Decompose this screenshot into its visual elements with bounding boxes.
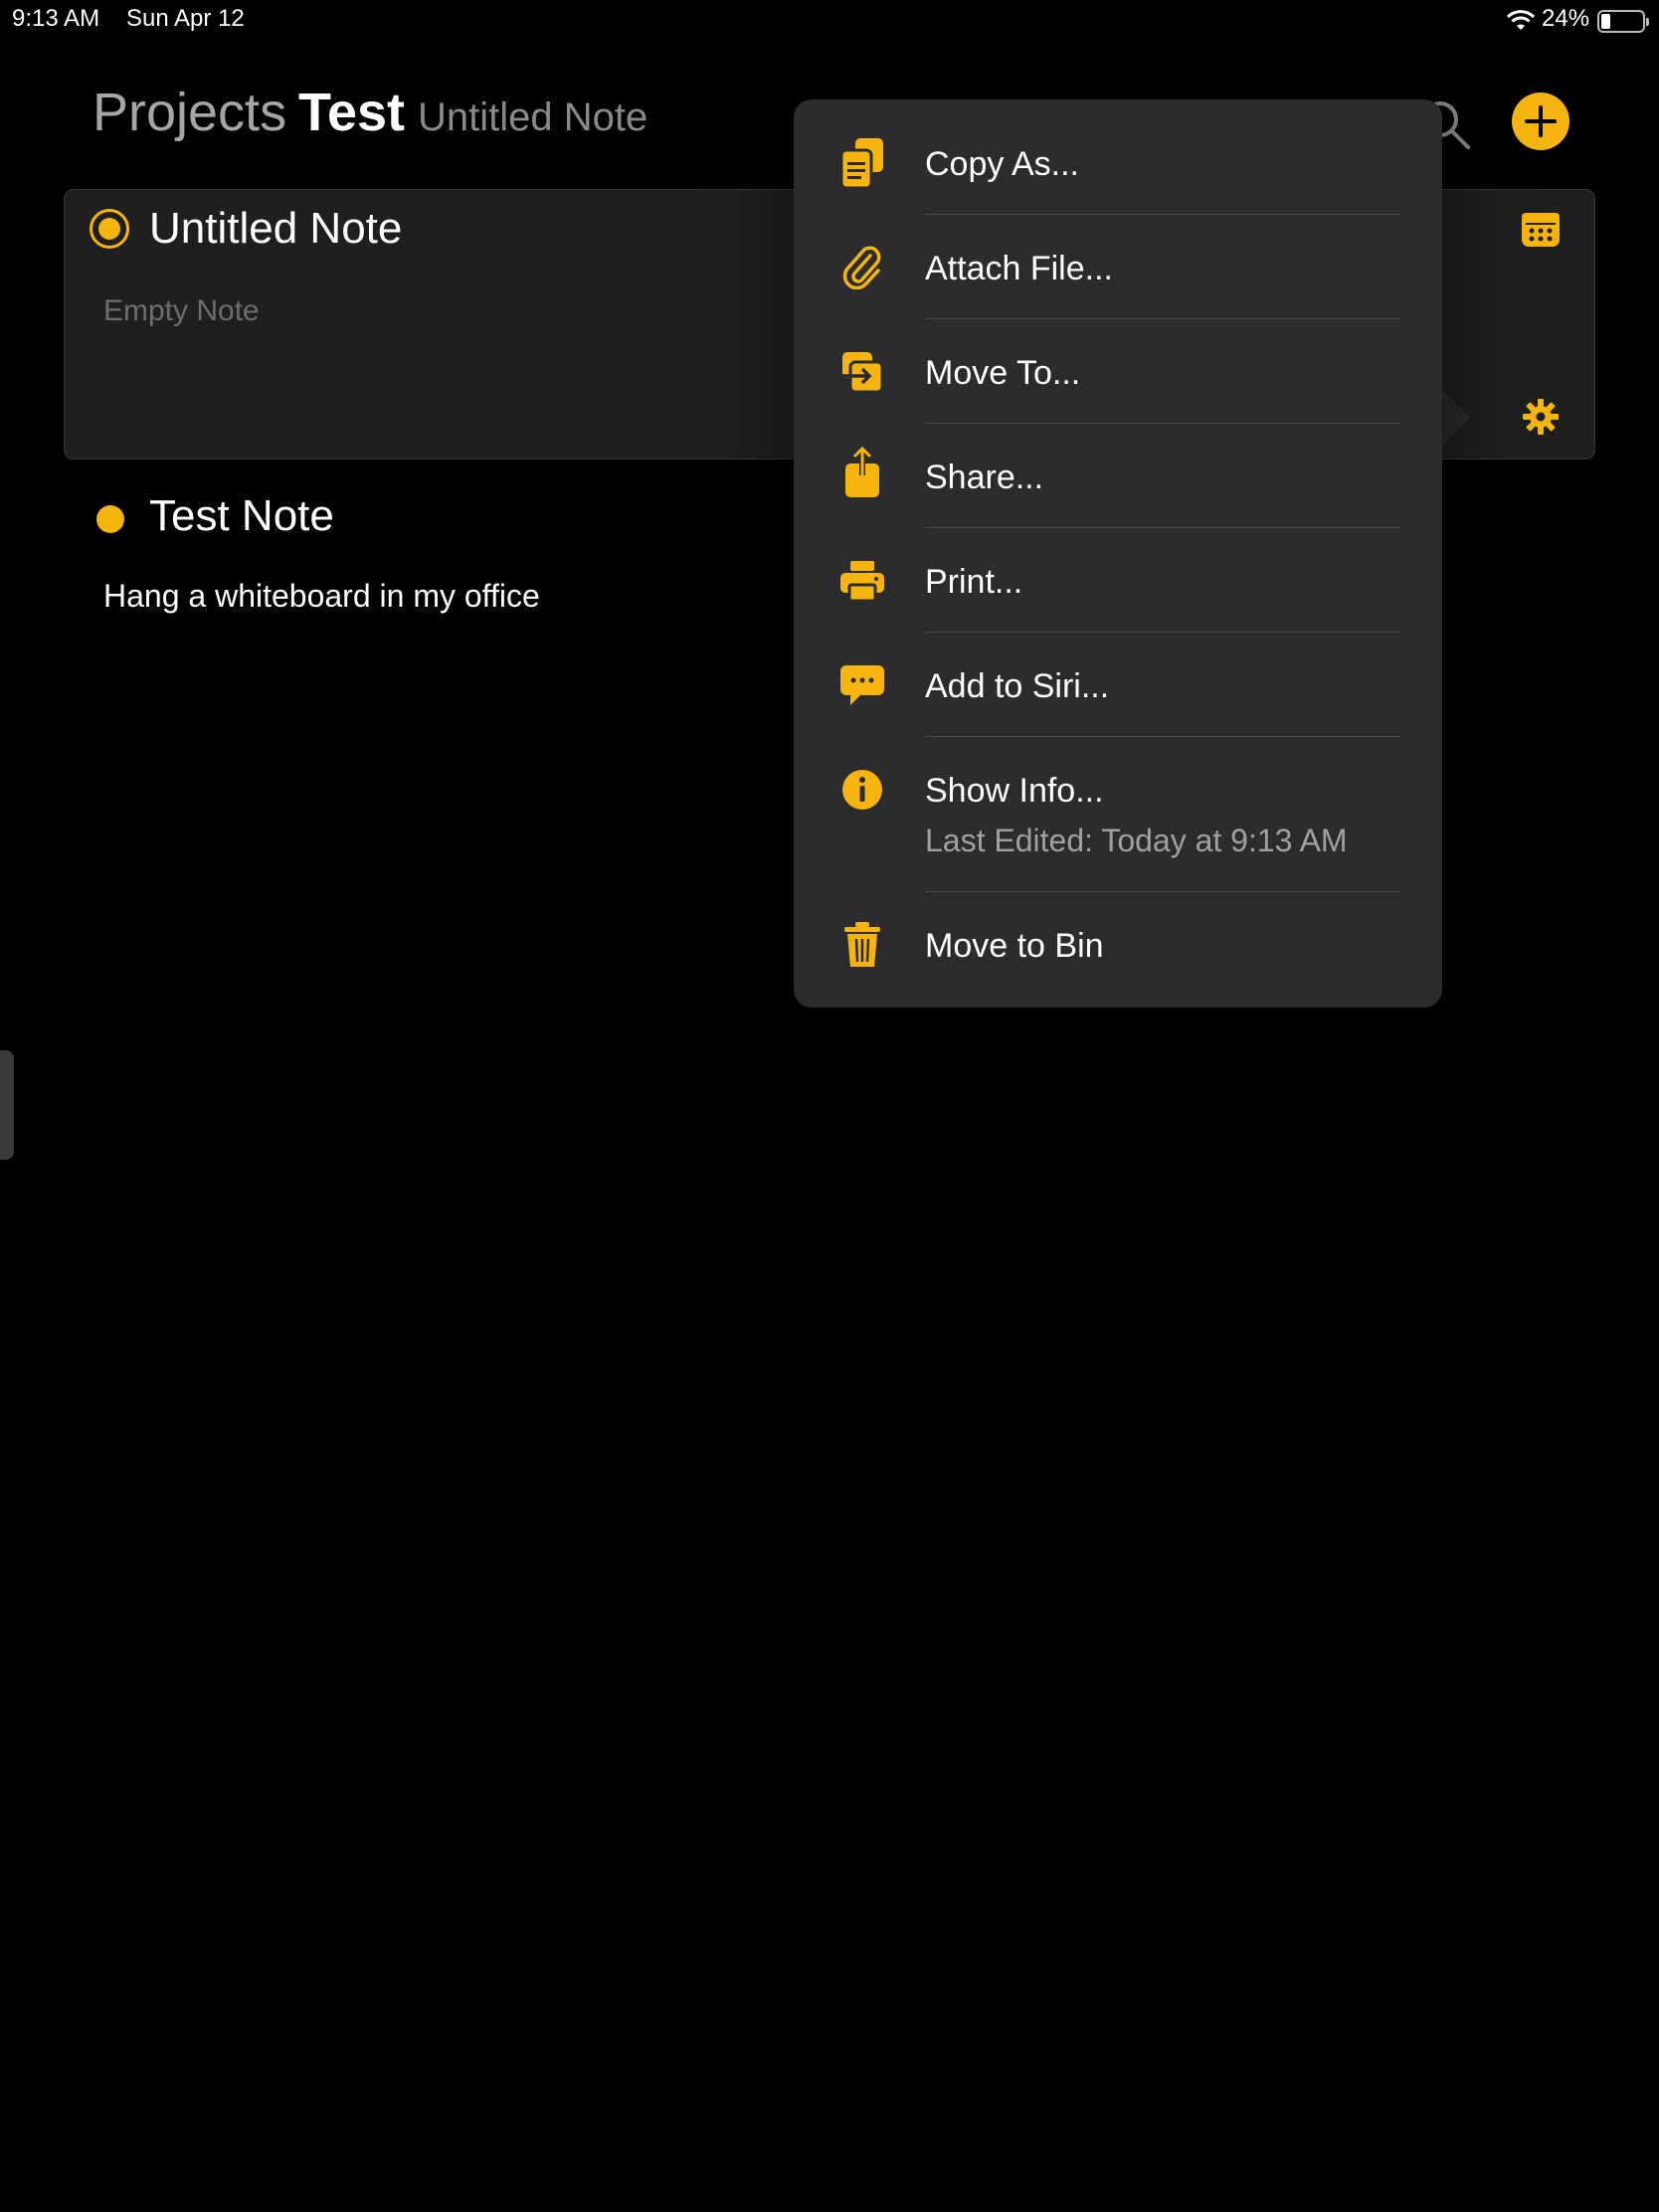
sidebar-drag-handle[interactable] [0,1050,14,1160]
battery-icon [1597,10,1649,33]
note-status-icon[interactable] [96,505,124,533]
menu-item-move-to[interactable]: Move To... [794,340,1442,416]
menu-divider [925,214,1400,215]
popover-arrow [1442,390,1470,446]
menu-divider [925,736,1400,737]
trash-icon [837,917,887,973]
menu-divider [925,891,1400,892]
gear-icon[interactable] [1522,398,1560,436]
menu-item-add-to-siri[interactable]: Add to Siri... [794,653,1442,729]
status-time: 9:13 AM [12,5,100,32]
info-icon [837,762,887,818]
wifi-icon [1506,10,1536,30]
add-note-button[interactable] [1512,92,1569,150]
calendar-icon[interactable] [1520,209,1562,251]
note-title[interactable]: Test Note [149,491,334,541]
menu-item-label: Move To... [925,354,1081,392]
menu-divider [925,423,1400,424]
note-body[interactable]: Hang a whiteboard in my office [103,578,540,615]
share-icon [837,445,887,500]
menu-divider [925,527,1400,528]
actions-popover: Copy As... Attach File... Move To... Sha… [794,99,1442,1008]
note-title[interactable]: Untitled Note [149,204,402,254]
menu-item-label: Print... [925,563,1023,601]
last-edited-text: Last Edited: Today at 9:13 AM [925,823,1348,858]
note-status-icon[interactable] [90,209,129,249]
menu-item-move-to-bin[interactable]: Move to Bin [794,913,1442,989]
menu-item-label: Show Info... [925,772,1104,810]
breadcrumb-projects[interactable]: Projects [92,82,286,143]
menu-item-attach-file[interactable]: Attach File... [794,236,1442,311]
menu-item-print[interactable]: Print... [794,549,1442,625]
menu-item-label: Move to Bin [925,927,1104,965]
menu-divider [925,318,1400,319]
menu-item-show-info[interactable]: Show Info... Last Edited: Today at 9:13 … [794,758,1442,879]
menu-item-label: Copy As... [925,145,1079,183]
page-title: Test [298,83,406,142]
siri-icon [837,657,887,713]
menu-item-share[interactable]: Share... [794,445,1442,520]
menu-divider [925,632,1400,633]
menu-item-label: Attach File... [925,250,1113,287]
note-body-placeholder[interactable]: Empty Note [103,294,260,328]
printer-icon [837,553,887,609]
breadcrumb-note: Untitled Note [418,95,648,139]
paperclip-icon [837,240,887,295]
menu-item-label: Add to Siri... [925,667,1110,705]
status-date: Sun Apr 12 [126,5,245,32]
menu-item-copy-as[interactable]: Copy As... [794,131,1442,207]
move-icon [837,344,887,400]
battery-percent: 24% [1542,5,1590,32]
copy-icon [837,135,887,191]
menu-item-label: Share... [925,459,1044,496]
